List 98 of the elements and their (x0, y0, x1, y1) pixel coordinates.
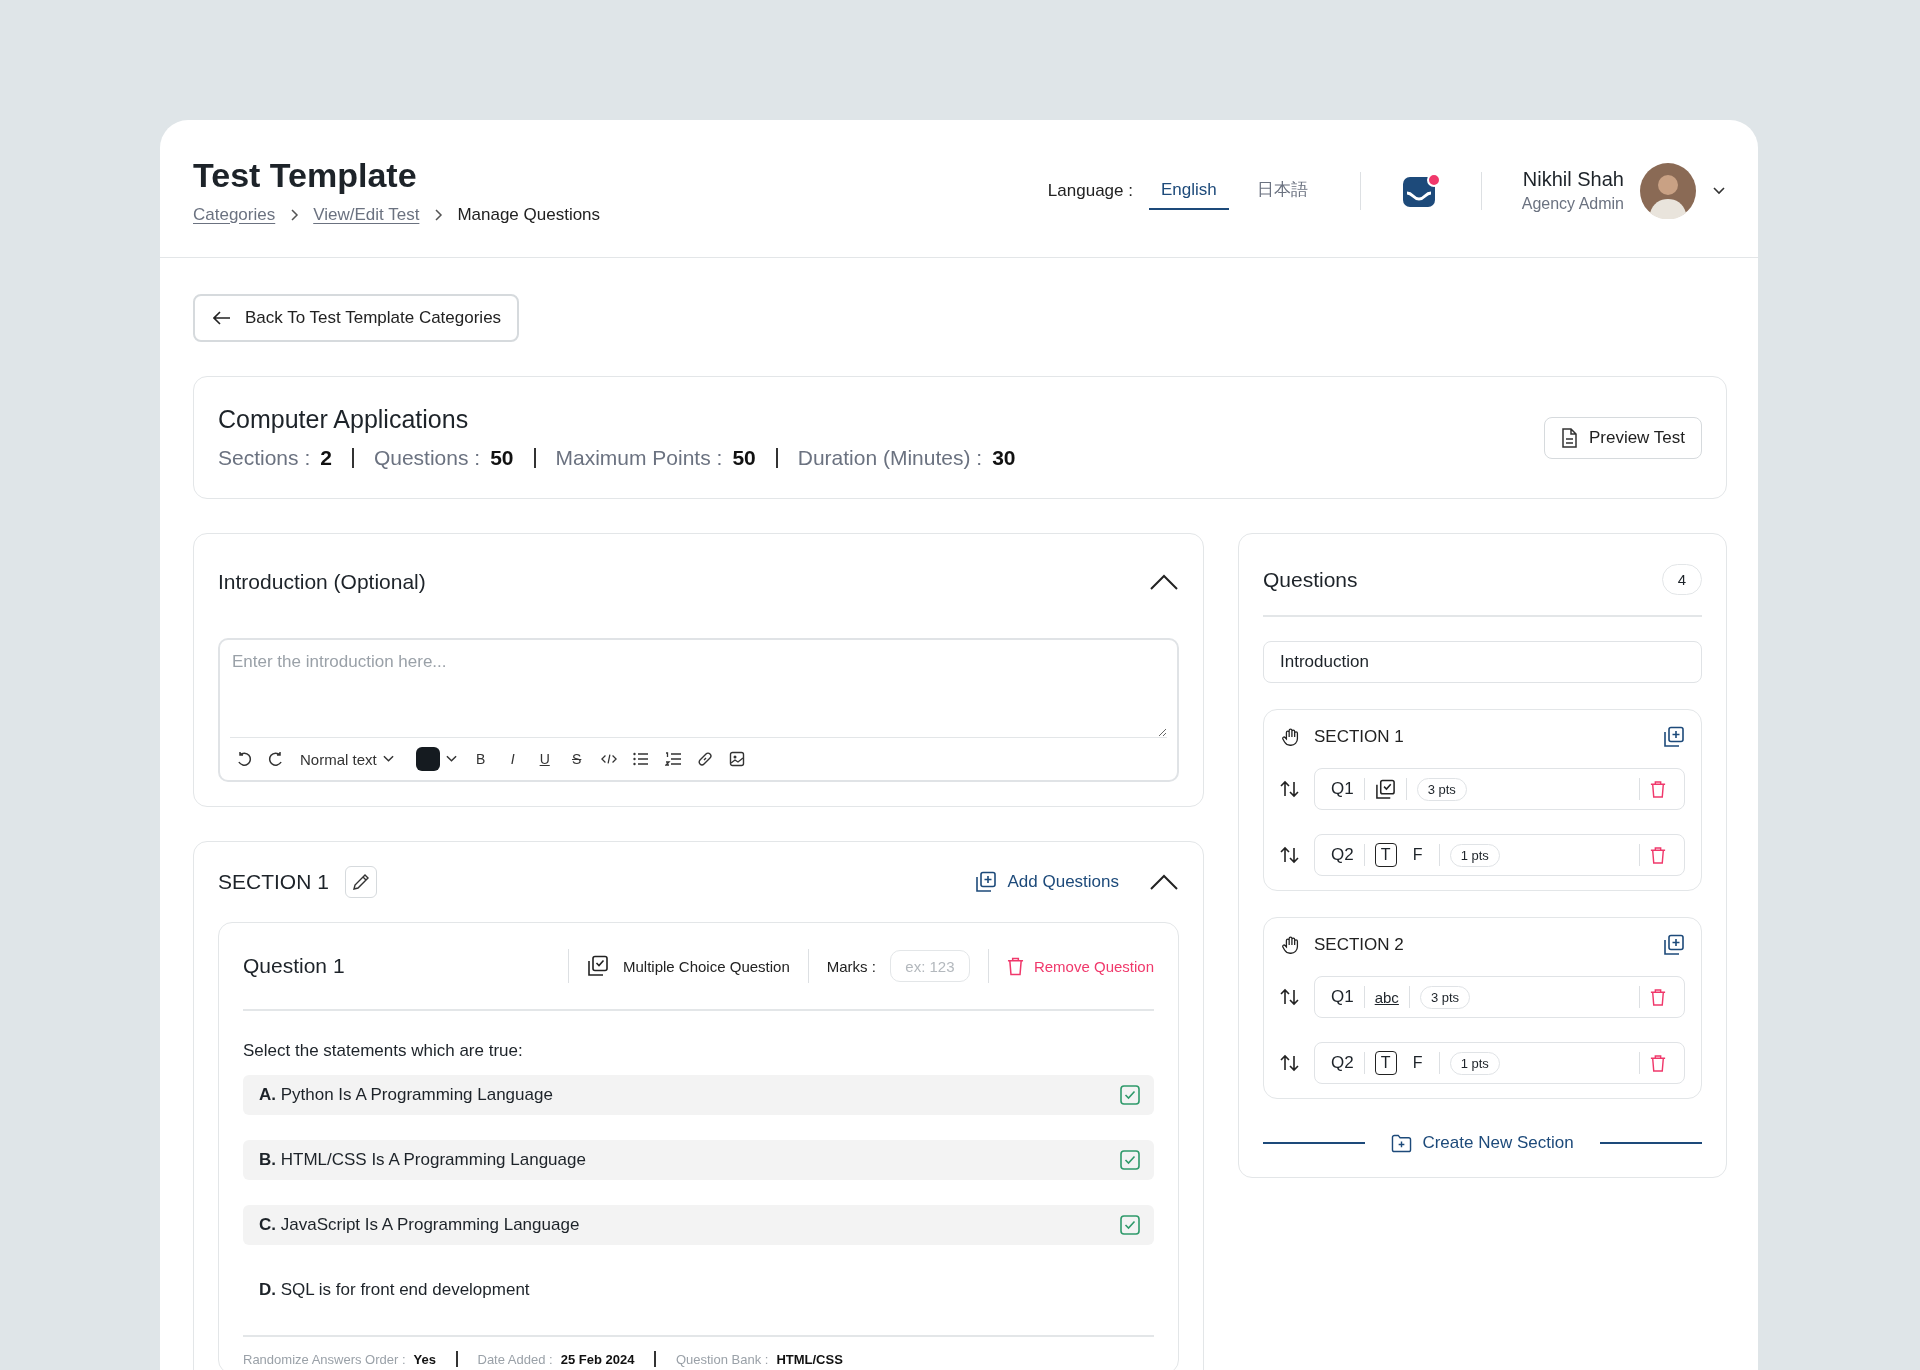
add-questions-button[interactable]: Add Questions (975, 871, 1119, 893)
italic-button[interactable]: I (504, 751, 521, 767)
answer-option[interactable]: D. SQL is for front end development (243, 1270, 1154, 1310)
user-role: Agency Admin (1521, 195, 1624, 213)
chevron-down-icon[interactable] (445, 755, 457, 763)
text-color-swatch[interactable] (415, 747, 440, 771)
sort-arrows-icon[interactable] (1280, 780, 1300, 798)
add-copy-icon[interactable] (1663, 726, 1685, 748)
marks-label: Marks : (826, 957, 876, 975)
true-false-choice: F (1411, 845, 1424, 865)
avatar[interactable] (1640, 162, 1696, 219)
answer-option[interactable]: C. JavaScript Is A Programming Language (243, 1205, 1154, 1245)
preview-test-button[interactable]: Preview Test (1543, 416, 1702, 459)
question-item[interactable]: Q2 T F 1 pts (1314, 834, 1685, 876)
underline-button[interactable]: U (536, 751, 553, 767)
section-title: SECTION 1 (218, 870, 329, 894)
text-answer-type: abc (1374, 988, 1399, 1006)
redo-icon[interactable] (268, 751, 284, 767)
language-tab[interactable]: 日本語 (1244, 170, 1320, 211)
sort-arrows-icon[interactable] (1280, 846, 1300, 864)
sort-arrows-icon[interactable] (1280, 1054, 1300, 1072)
section-name: SECTION 1 (1314, 727, 1404, 747)
trash-icon[interactable] (1650, 1053, 1666, 1073)
checkbox-checked-icon[interactable] (1120, 1150, 1140, 1170)
checkbox-stack-icon (587, 955, 609, 977)
collapse-chevron-icon[interactable] (1149, 873, 1179, 891)
logo-icon[interactable] (1400, 172, 1441, 209)
undo-icon[interactable] (236, 751, 252, 767)
strike-button[interactable]: S (568, 751, 585, 767)
question-item[interactable]: Q2 T F 1 pts (1314, 1042, 1685, 1084)
meta-value: HTML/CSS (776, 1351, 843, 1367)
caret-icon (382, 755, 394, 763)
user-name: Nikhil Shah (1522, 168, 1624, 191)
code-icon[interactable] (600, 752, 617, 766)
page-title: Test Template (193, 156, 418, 195)
document-icon (1560, 427, 1577, 448)
folder-plus-icon (1391, 1133, 1413, 1153)
trash-icon[interactable] (1650, 779, 1666, 799)
chevron-down-icon[interactable] (1712, 185, 1726, 196)
introduction-item[interactable]: Introduction (1263, 641, 1702, 683)
breadcrumb-link[interactable]: View/Edit Test (313, 205, 420, 225)
questions-title: Questions (1263, 567, 1358, 592)
question-type-label: Multiple Choice Question (623, 957, 790, 975)
link-icon[interactable] (696, 751, 713, 767)
checkbox-checked-icon[interactable] (1120, 1215, 1140, 1235)
checkbox-stack-icon (1374, 778, 1396, 800)
bullet-list-icon[interactable] (632, 752, 649, 766)
meta-value: 25 Feb 2024 (560, 1351, 635, 1367)
numbered-list-icon[interactable] (664, 752, 681, 766)
chevron-right-icon (433, 208, 444, 222)
trash-icon[interactable] (1650, 845, 1666, 865)
answer-option[interactable]: B. HTML/CSS Is A Programming Language (243, 1140, 1154, 1180)
create-new-section-button[interactable]: Create New Section (1391, 1133, 1574, 1153)
answer-option[interactable]: A. Python Is A Programming Language (243, 1075, 1154, 1115)
add-copy-icon (975, 871, 998, 893)
meta-label: Randomize Answers Order : (243, 1351, 406, 1367)
trash-icon[interactable] (1650, 987, 1666, 1007)
arrow-left-icon (213, 311, 231, 325)
breadcrumb-current: Manage Questions (457, 205, 601, 225)
stat-value: 50 (732, 446, 756, 470)
stat-label: Maximum Points : (555, 446, 723, 470)
chevron-right-icon (289, 208, 300, 222)
introduction-editor-field[interactable]: Enter the introduction here... Normal text B I U S (218, 638, 1179, 782)
test-title: Computer Applications (218, 405, 470, 434)
stat-label: Questions : (373, 446, 481, 470)
true-false-choice: T (1374, 843, 1397, 867)
stat-value: 2 (320, 446, 332, 470)
language-tab[interactable]: English (1148, 171, 1229, 210)
stat-value: 50 (490, 446, 514, 470)
question-item[interactable]: Q1 abc 3 pts (1314, 976, 1685, 1018)
pencil-icon (350, 872, 371, 892)
edit-button[interactable] (344, 866, 377, 898)
sort-arrows-icon[interactable] (1280, 988, 1300, 1006)
image-icon[interactable] (728, 751, 745, 767)
question-prompt: Select the statements which are true: (243, 1041, 524, 1061)
stat-value: 30 (992, 446, 1016, 470)
question-item[interactable]: Q1 3 pts (1314, 768, 1685, 810)
meta-value: Yes (413, 1351, 436, 1367)
stat-label: Sections : (218, 446, 311, 470)
back-button[interactable]: Back To Test Template Categories (193, 294, 520, 342)
marks-field[interactable]: ex: 123 (889, 950, 970, 982)
trash-icon (1006, 956, 1024, 976)
add-copy-icon[interactable] (1663, 934, 1685, 956)
breadcrumb-link[interactable]: Categories (193, 205, 276, 225)
collapse-chevron-icon[interactable] (1149, 573, 1179, 591)
stat-label: Duration (Minutes) : (797, 446, 983, 470)
remove-question-button[interactable]: Remove Question (1006, 956, 1154, 976)
true-false-choice: F (1411, 1053, 1424, 1073)
text-style-dropdown[interactable]: Normal text (300, 750, 394, 768)
introduction-title: Introduction (Optional) (218, 570, 426, 594)
meta-label: Date Added : (477, 1351, 553, 1367)
bold-button[interactable]: B (472, 751, 489, 767)
meta-label: Question Bank : (675, 1351, 769, 1367)
section-name: SECTION 2 (1314, 935, 1404, 955)
question-title: Question 1 (243, 954, 345, 978)
language-label: Language : (1047, 180, 1133, 201)
checkbox-checked-icon[interactable] (1120, 1085, 1140, 1105)
true-false-choice: T (1374, 1051, 1397, 1075)
